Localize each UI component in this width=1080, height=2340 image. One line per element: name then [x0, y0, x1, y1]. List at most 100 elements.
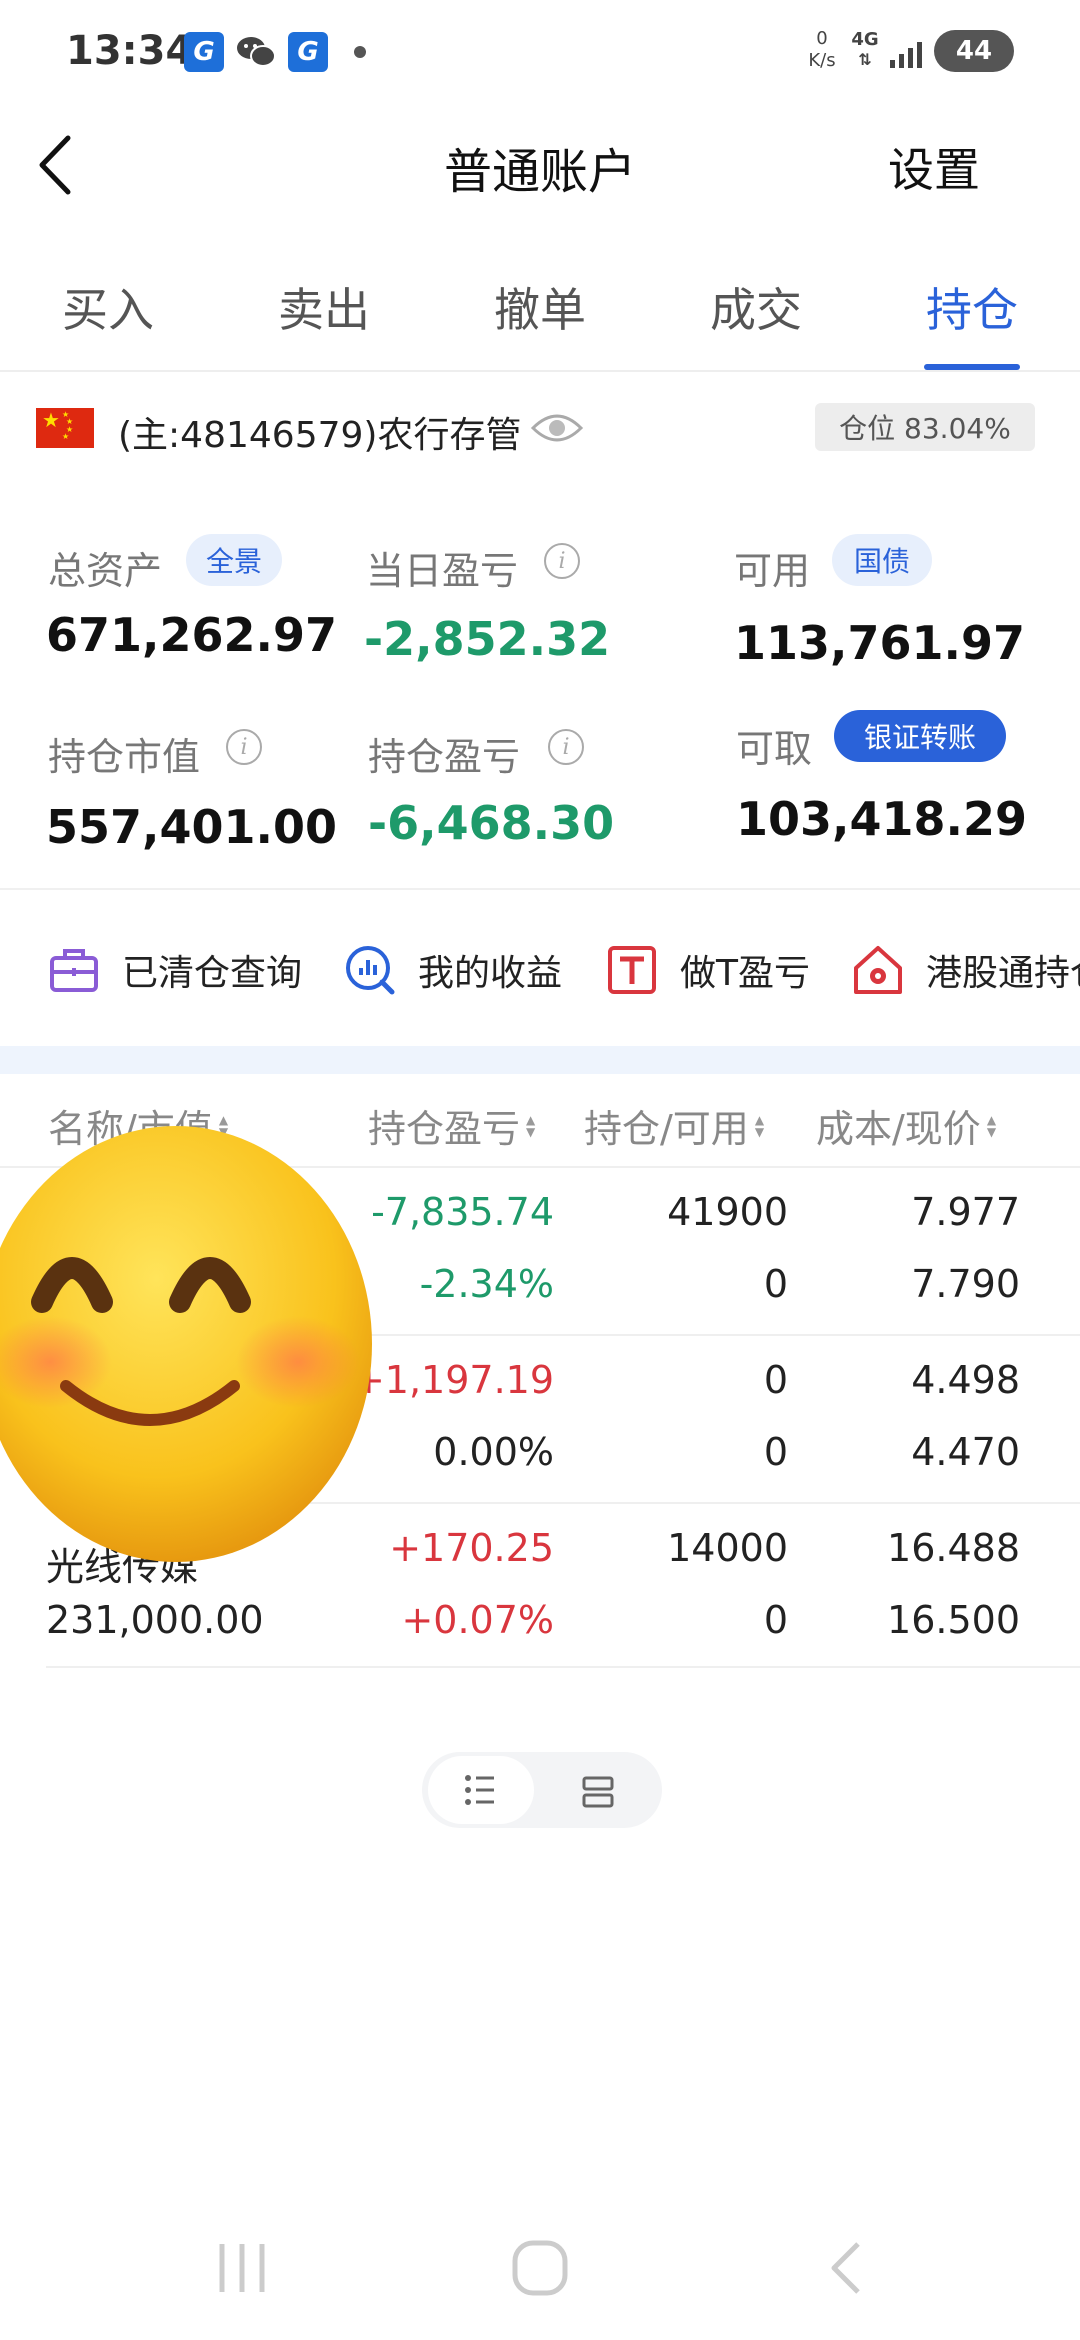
total-assets-label: 总资产	[48, 549, 163, 593]
chart-search-icon	[346, 946, 395, 995]
info-icon[interactable]: i	[226, 729, 262, 765]
col-header-pnl[interactable]: 持仓盈亏 ▲ ▼	[368, 1098, 535, 1153]
row-divider	[46, 1666, 1080, 1668]
withdrawable-label: 可取	[736, 727, 813, 771]
col-header-label: 持仓盈亏	[368, 1107, 521, 1151]
daily-pnl-value: -2,852.32	[364, 612, 611, 666]
shortcut-label: 已清仓查询	[122, 953, 303, 994]
card-view-button[interactable]	[560, 1772, 636, 1812]
row-pnl: +170.25	[389, 1526, 554, 1570]
col-header-holding[interactable]: 持仓/可用 ▲ ▼	[584, 1098, 764, 1153]
row-price: 4.470	[911, 1430, 1020, 1474]
position-pnl-value: -6,468.30	[368, 796, 615, 850]
status-notification-icons: G G	[184, 32, 366, 72]
broker-app-icon: G	[184, 32, 224, 72]
more-notifications-dot	[354, 46, 366, 58]
cleared-positions-shortcut[interactable]: 已清仓查询	[48, 940, 302, 1000]
signal-icon	[890, 36, 922, 68]
row-pnl-pct: -2.34%	[419, 1262, 554, 1306]
china-flag-icon: ★ ★ ★ ★ ★	[36, 408, 94, 448]
row-holding: 0	[763, 1358, 788, 1402]
summary-divider	[0, 888, 1080, 890]
market-value-value: 557,401.00	[46, 800, 338, 854]
row-price: 16.500	[887, 1598, 1020, 1642]
row-pnl: -7,835.74	[371, 1190, 554, 1234]
row-pnl-pct: +0.07%	[401, 1598, 554, 1642]
net-speed-unit: K/s	[808, 50, 836, 71]
wechat-icon	[234, 32, 278, 72]
settings-button[interactable]: 设置	[888, 134, 980, 200]
tabs-divider	[0, 370, 1080, 372]
total-assets-value: 671,262.97	[46, 608, 338, 662]
shortcut-label: 港股通持仓	[926, 953, 1080, 994]
row-price: 7.790	[911, 1262, 1020, 1306]
broker-app-icon-2: G	[288, 32, 328, 72]
position-ratio-badge: 仓位 83.04%	[815, 403, 1035, 451]
smiling-face-emoji-sticker	[0, 1126, 372, 1562]
battery-level: 44	[955, 36, 993, 66]
info-icon[interactable]: i	[544, 543, 580, 579]
tab-deals[interactable]: 成交	[648, 270, 864, 370]
recent-apps-button[interactable]	[212, 2240, 272, 2300]
account-selector[interactable]: (主:48146579)农行存管	[118, 406, 521, 458]
row-cost: 4.498	[911, 1358, 1020, 1402]
row-market-value: 231,000.00	[46, 1598, 264, 1642]
visibility-toggle[interactable]	[530, 410, 584, 446]
section-band	[0, 1046, 1080, 1074]
treasury-bond-button[interactable]: 国债	[832, 534, 932, 586]
row-holding: 41900	[667, 1190, 788, 1234]
network-type: 4G ⇅	[850, 30, 880, 70]
net-speed-value: 0	[816, 28, 828, 49]
row-available: 0	[763, 1430, 788, 1474]
shortcut-label: 我的收益	[418, 953, 563, 994]
row-pnl: +1,197.19	[352, 1358, 554, 1402]
shortcut-label: 做T盈亏	[680, 953, 810, 994]
tab-sell[interactable]: 卖出	[216, 270, 432, 370]
row-pnl-pct: 0.00%	[433, 1430, 554, 1474]
tab-holdings[interactable]: 持仓	[864, 270, 1080, 370]
recents-icon	[219, 2244, 265, 2292]
row-cost: 16.488	[887, 1526, 1020, 1570]
row-available: 0	[763, 1262, 788, 1306]
tab-buy[interactable]: 买入	[0, 270, 216, 370]
sort-icon: ▲ ▼	[526, 1112, 536, 1139]
battery-icon: 44	[934, 30, 1014, 72]
bank-transfer-button[interactable]: 银证转账	[834, 710, 1006, 762]
withdrawable-value: 103,418.29	[736, 792, 1028, 846]
trade-tabs: 买入 卖出 撤单 成交 持仓	[0, 270, 1080, 370]
daily-pnl-label: 当日盈亏	[366, 549, 519, 593]
col-header-cost[interactable]: 成本/现价 ▲ ▼	[816, 1098, 996, 1153]
home-icon	[512, 2240, 568, 2296]
network-type-label: 4G	[851, 29, 879, 50]
hk-connect-shortcut[interactable]: 港股通持仓	[852, 940, 1080, 1000]
sort-icon: ▲ ▼	[754, 1112, 765, 1139]
home-button[interactable]	[510, 2240, 570, 2300]
hk-flower-icon	[854, 946, 902, 994]
row-cost: 7.977	[911, 1190, 1020, 1234]
tab-cancel[interactable]: 撤单	[432, 270, 648, 370]
list-icon	[465, 1775, 494, 1805]
briefcase-icon	[50, 949, 98, 992]
available-value: 113,761.97	[734, 616, 1026, 670]
card-view-icon	[582, 1776, 614, 1808]
sort-icon: ▲ ▼	[986, 1112, 997, 1139]
position-pnl-label: 持仓盈亏	[368, 735, 521, 779]
my-earnings-shortcut[interactable]: 我的收益	[344, 940, 562, 1000]
net-speed: 0 K/s	[800, 28, 844, 72]
info-icon[interactable]: i	[548, 729, 584, 765]
row-holding: 14000	[667, 1526, 788, 1570]
panorama-button[interactable]: 全景	[186, 534, 282, 586]
t-trade-pnl-shortcut[interactable]: 做T盈亏	[606, 940, 810, 1000]
row-available: 0	[763, 1598, 788, 1642]
col-header-label: 成本/现价	[816, 1107, 981, 1151]
list-view-button[interactable]	[428, 1756, 534, 1824]
eye-icon	[530, 414, 584, 442]
data-arrows-icon: ⇅	[858, 50, 872, 69]
back-triangle-icon	[831, 2242, 860, 2294]
market-value-label: 持仓市值	[48, 735, 201, 779]
system-back-button[interactable]	[820, 2240, 880, 2300]
t-box-icon	[608, 946, 656, 994]
available-label: 可用	[734, 549, 811, 593]
status-time: 13:34	[66, 28, 194, 74]
col-header-label: 持仓/可用	[584, 1107, 749, 1151]
